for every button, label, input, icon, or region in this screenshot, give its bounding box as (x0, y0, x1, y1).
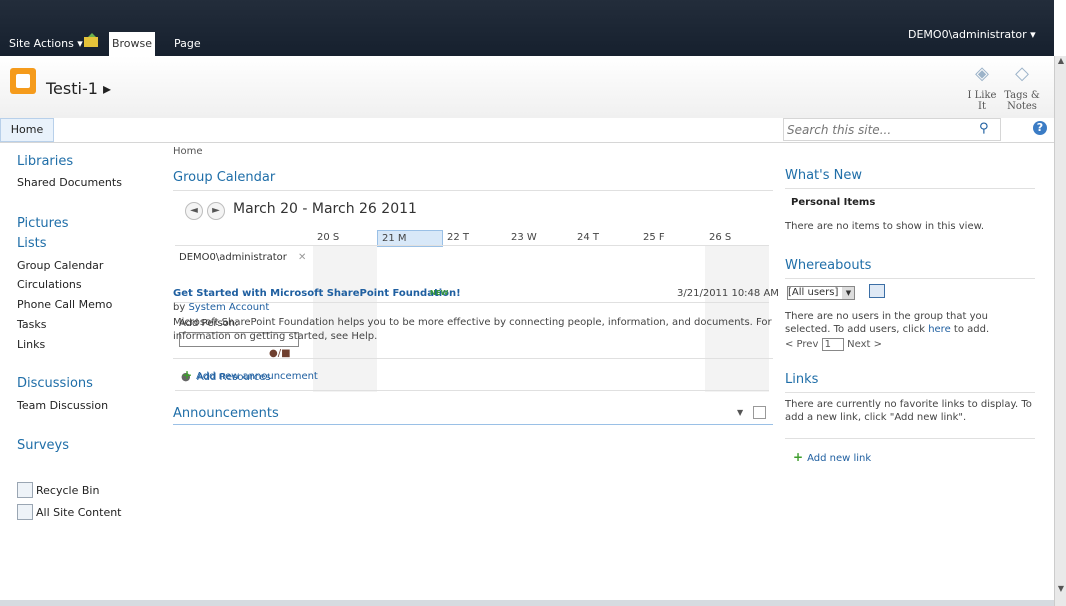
add-link-button[interactable]: + Add new link (793, 450, 871, 464)
add-icon: + (182, 368, 193, 382)
calendar-row-divider (175, 245, 769, 246)
tab-browse[interactable]: Browse (109, 32, 155, 56)
ribbon-bar: Site Actions ▾ Browse Page DEMO0\adminis… (0, 0, 1054, 56)
links-text: There are currently no favorite links to… (785, 399, 1032, 423)
dropdown-arrow-icon[interactable]: ▼ (842, 287, 855, 299)
announcement-divider (173, 358, 773, 359)
address-book-icon[interactable] (869, 284, 885, 298)
tab-page[interactable]: Page (174, 37, 201, 50)
site-header: Testi-1 ▸ ◈ I Like It ◇ Tags & Notes (0, 56, 1054, 119)
users-select-value: [All users] (788, 287, 839, 298)
nav-team-discussion[interactable]: Team Discussion (17, 399, 108, 412)
add-announcement-label: Add new announcement (196, 371, 318, 382)
announcements-divider (173, 424, 773, 425)
announcements-title[interactable]: Announcements (173, 406, 279, 421)
author-prefix: by (173, 302, 189, 313)
prev-week-icon[interactable]: ◄ (185, 202, 203, 220)
links-divider (785, 392, 1035, 393)
users-info: There are no users in the group that you… (785, 310, 1035, 336)
announcement-date: 3/21/2011 10:48 AM (677, 288, 779, 299)
users-here-link[interactable]: here (928, 324, 951, 335)
scroll-up-icon[interactable]: ▲ (1056, 56, 1066, 66)
recycle-bin-icon (17, 482, 33, 498)
site-actions-menu[interactable]: Site Actions ▾ (9, 37, 83, 50)
nav-recycle-bin[interactable]: Recycle Bin (36, 484, 99, 497)
nav-surveys[interactable]: Surveys (17, 438, 69, 453)
nav-discussions[interactable]: Discussions (17, 376, 93, 391)
links-bottom-divider (785, 438, 1035, 439)
nav-home[interactable]: Home (0, 118, 54, 142)
remove-person-icon[interactable]: ✕ (298, 252, 306, 263)
day-header[interactable]: 20 S (313, 230, 369, 246)
nav-circulations[interactable]: Circulations (17, 278, 82, 291)
site-logo-icon[interactable] (10, 68, 36, 94)
day-header[interactable]: 23 W (507, 230, 571, 246)
nav-group-calendar[interactable]: Group Calendar (17, 259, 103, 272)
nav-libraries[interactable]: Libraries (17, 154, 73, 169)
day-header[interactable]: 26 S (705, 230, 769, 246)
day-header[interactable]: 24 T (573, 230, 637, 246)
no-items-text: There are no items to show in this view. (785, 221, 985, 232)
search-box: ⚲ (783, 118, 1001, 141)
calendar-person: DEMO0\administrator (179, 252, 287, 263)
pager: < Prev 1 Next > (785, 338, 1035, 351)
announcement-body: Microsoft SharePoint Foundation helps yo… (173, 317, 772, 342)
tags-notes-button[interactable]: ◇ Tags & Notes (1002, 63, 1042, 113)
add-icon: + (793, 450, 804, 464)
next-week-icon[interactable]: ► (207, 202, 225, 220)
nav-lists[interactable]: Lists (17, 236, 47, 251)
search-icon[interactable]: ⚲ (979, 121, 993, 136)
like-label: I Like It (967, 90, 997, 112)
day-header[interactable]: 25 F (639, 230, 703, 246)
links-title[interactable]: Links (785, 372, 818, 387)
scroll-down-icon[interactable]: ▼ (1056, 584, 1066, 594)
vertical-scrollbar[interactable]: ▲ ▼ (1054, 56, 1066, 606)
announcement-author: by System Account (173, 302, 269, 313)
add-link-label: Add new link (807, 453, 872, 464)
date-range: March 20 - March 26 2011 (233, 201, 417, 217)
whereabouts-divider (785, 278, 1035, 279)
pager-prev[interactable]: < Prev (785, 339, 818, 350)
quick-launch: Libraries Shared Documents Pictures List… (0, 142, 155, 532)
calendar-row-divider (175, 390, 769, 391)
day-header[interactable]: 22 T (443, 230, 507, 246)
breadcrumb[interactable]: Home (173, 146, 203, 157)
calendar-title[interactable]: Group Calendar (173, 170, 275, 185)
add-announcement-link[interactable]: + Add new announcement (182, 368, 318, 382)
pager-select[interactable]: 1 (821, 338, 844, 351)
navigate-up-icon[interactable] (84, 33, 100, 47)
top-navigation: Home ⚲ ? (0, 118, 1054, 143)
new-badge: NEW (430, 289, 449, 297)
select-all-checkbox[interactable] (753, 406, 766, 419)
site-title[interactable]: Testi-1 ▸ (46, 79, 111, 98)
tags-label: Tags & Notes (1004, 90, 1040, 112)
user-menu[interactable]: DEMO0\administrator ▾ (908, 28, 1036, 41)
nav-all-site-content[interactable]: All Site Content (36, 506, 122, 519)
like-tag-icon: ◈ (975, 63, 989, 84)
whats-new-divider (785, 188, 1035, 189)
pager-next[interactable]: Next > (847, 339, 882, 350)
whats-new-title[interactable]: What's New (785, 168, 862, 183)
personal-items-heading: Personal Items (791, 197, 876, 208)
nav-links[interactable]: Links (17, 338, 45, 351)
whereabouts-title[interactable]: Whereabouts (785, 258, 871, 273)
announcement-title[interactable]: Get Started with Microsoft SharePoint Fo… (173, 288, 461, 299)
all-site-content-icon (17, 504, 33, 520)
search-input[interactable] (784, 119, 969, 140)
author-link[interactable]: System Account (188, 302, 269, 313)
nav-phone-call-memo[interactable]: Phone Call Memo (17, 298, 112, 311)
users-select[interactable]: [All users] ▼ (787, 286, 856, 300)
tags-notes-icon: ◇ (1015, 63, 1029, 84)
status-bar (0, 600, 1054, 606)
i-like-it-button[interactable]: ◈ I Like It (962, 63, 1002, 113)
chevron-down-icon[interactable]: ▼ (737, 408, 743, 417)
help-icon[interactable]: ? (1033, 121, 1047, 135)
nav-tasks[interactable]: Tasks (17, 318, 46, 331)
users-suffix: to add. (950, 324, 990, 335)
nav-pictures[interactable]: Pictures (17, 216, 68, 231)
nav-shared-documents[interactable]: Shared Documents (17, 176, 122, 189)
